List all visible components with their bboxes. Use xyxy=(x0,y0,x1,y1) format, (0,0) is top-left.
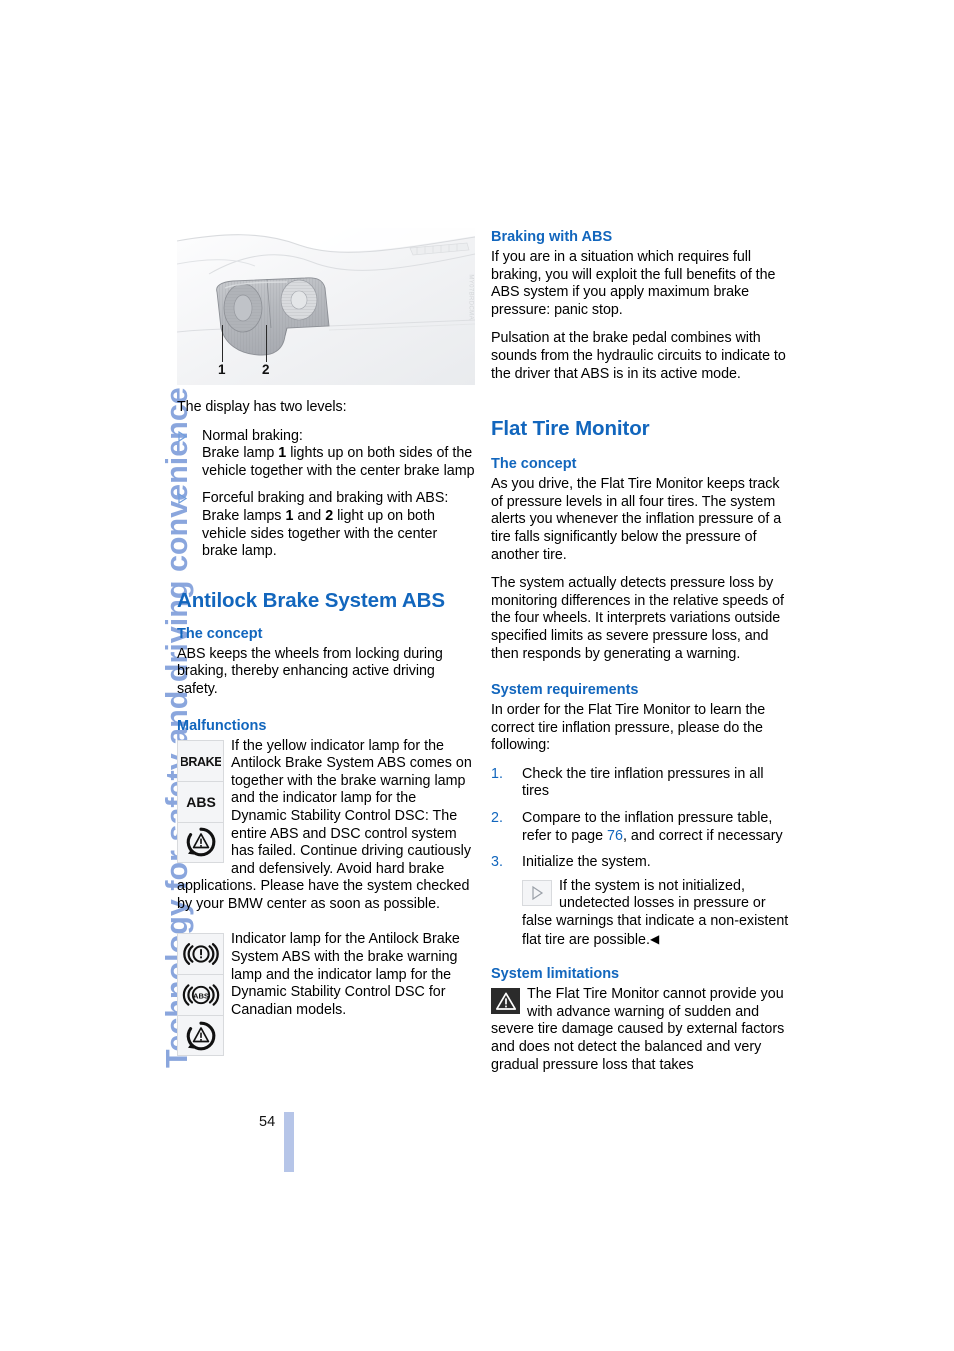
triangle-bullet-icon xyxy=(178,493,187,505)
requirements-intro: In order for the Flat Tire Monitor to le… xyxy=(491,702,766,754)
dsc-triangle-icon xyxy=(177,821,224,863)
step-number: 1. xyxy=(491,765,503,782)
abs-text-icon: ABS xyxy=(177,780,224,822)
canadian-icon-stack: ABS xyxy=(177,933,224,1057)
bullet-line-1: Normal braking: xyxy=(202,427,303,444)
malfunctions-block: BRAKE ABS If the yellow indicator lamp f… xyxy=(177,738,475,914)
warning-triangle-icon xyxy=(491,988,520,1015)
svg-text:BRAKE: BRAKE xyxy=(181,755,221,769)
heading-system-requirements: System requirements xyxy=(491,682,639,699)
abs-concept-text: ABS keeps the wheels from locking during… xyxy=(177,645,443,697)
list-item: 1. Check the tire inflation pressures in… xyxy=(491,766,789,801)
step-number: 2. xyxy=(491,810,503,827)
note-end-marker: ◀ xyxy=(649,931,660,946)
brake-text-icon: BRAKE xyxy=(177,739,224,781)
ftm-concept-paragraph-1: As you drive, the Flat Tire Monitor keep… xyxy=(491,476,782,563)
list-item: 3. Initialize the system. xyxy=(491,854,789,872)
bullet-line-2-mid: and xyxy=(293,507,326,524)
malfunction-icon-stack: BRAKE ABS xyxy=(177,739,224,863)
leader-line-1 xyxy=(222,325,223,362)
heading-the-concept-ftm: The concept xyxy=(491,456,577,473)
requirements-steps: 1. Check the tire inflation pressures in… xyxy=(491,766,789,872)
step-text: Check the tire inflation pressures in al… xyxy=(522,765,764,800)
note-triangle-icon xyxy=(522,879,552,906)
page-reference-link[interactable]: 76 xyxy=(607,828,623,844)
list-item: Forceful braking and braking with ABS: B… xyxy=(177,490,475,560)
right-column: Braking with ABS If you are in a situati… xyxy=(491,228,789,1074)
step-number: 3. xyxy=(491,854,503,871)
step-text-post: , and correct if necessary xyxy=(622,827,783,844)
svg-text:ABS: ABS xyxy=(192,992,208,1001)
leader-line-2 xyxy=(266,325,267,362)
canadian-models-block: ABS Indicator lamp for the Antilock Brak… xyxy=(177,931,475,1057)
braking-paragraph-1: If you are in a situation which requires… xyxy=(491,249,776,318)
image-watermark: MY07BRDCMA xyxy=(468,274,474,320)
manual-page: Technology for safety and driving conven… xyxy=(0,0,954,1351)
display-levels-intro: The display has two levels: xyxy=(177,399,347,415)
bullet-line-1: Forceful braking and braking with ABS: xyxy=(202,490,449,507)
list-item: 2. Compare to the inflation pressure tab… xyxy=(491,810,789,845)
step-text: Initialize the system. xyxy=(522,854,651,871)
bullet-line-2-pre: Brake lamps xyxy=(202,507,286,524)
abs-circle-icon: ABS xyxy=(177,974,224,1016)
heading-system-limitations: System limitations xyxy=(491,966,620,983)
figure-label-1: 1 xyxy=(218,362,226,377)
triangle-bullet-icon xyxy=(178,430,187,442)
heading-the-concept: The concept xyxy=(177,625,263,642)
taillight-figure: 1 2 MY07BRDCMA xyxy=(177,228,475,385)
dsc-triangle-icon xyxy=(177,1015,224,1057)
initialization-note: If the system is not initialized, undete… xyxy=(522,878,789,949)
brake-circle-exclamation-icon xyxy=(177,933,224,975)
left-column: 1 2 MY07BRDCMA The display has two level… xyxy=(177,228,475,1057)
ftm-concept-paragraph-2: The system actually detects pressure los… xyxy=(491,575,784,662)
braking-paragraph-2: Pulsation at the brake pedal combines wi… xyxy=(491,330,786,382)
heading-antilock-brake-system-abs: Antilock Brake System ABS xyxy=(177,588,445,612)
page-number-bar xyxy=(284,1112,294,1172)
list-item: Normal braking: Brake lamp 1 lights up o… xyxy=(177,428,475,481)
heading-malfunctions: Malfunctions xyxy=(177,717,267,734)
heading-braking-with-abs: Braking with ABS xyxy=(491,229,613,245)
display-levels-list: Normal braking: Brake lamp 1 lights up o… xyxy=(177,428,475,561)
svg-text:ABS: ABS xyxy=(186,794,216,810)
page-number: 54 xyxy=(259,1114,276,1130)
heading-flat-tire-monitor: Flat Tire Monitor xyxy=(491,417,650,441)
bullet-ref-2: 2 xyxy=(325,507,334,524)
bullet-line-2-pre: Brake lamp xyxy=(202,445,279,462)
limitations-block: The Flat Tire Monitor cannot provide you… xyxy=(491,986,789,1074)
limitations-text: The Flat Tire Monitor cannot provide you… xyxy=(491,986,785,1073)
figure-label-2: 2 xyxy=(262,362,270,377)
